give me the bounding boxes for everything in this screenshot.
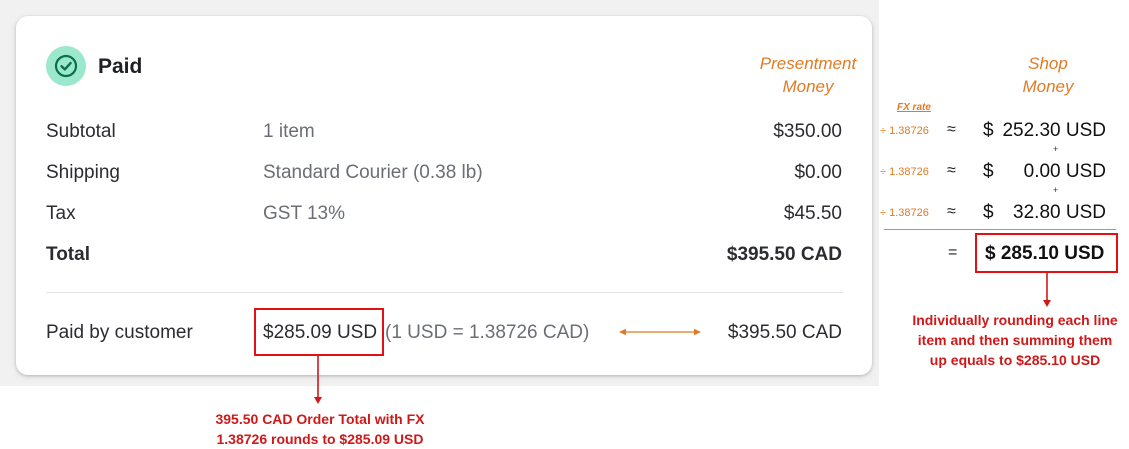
dollar-sign: $: [983, 120, 994, 141]
subtotal-description: 1 item: [263, 121, 315, 142]
paid-cad-amount: $395.50 CAD: [727, 322, 842, 343]
check-circle-icon: [54, 54, 78, 78]
sum-line: [884, 229, 1116, 230]
annotation-right-line3: up equals to $285.10 USD: [929, 352, 1101, 368]
tax-usd-value: 32.80 USD: [1013, 202, 1106, 223]
presentment-money-heading: Presentment Money: [753, 52, 863, 98]
fx-rate-value: ÷ 1.38726: [880, 125, 929, 137]
total-label: Total: [46, 244, 90, 265]
down-arrow-icon: [1043, 273, 1051, 307]
shop-money-heading: Shop Money: [1004, 52, 1092, 98]
total-amount: $395.50 CAD: [726, 244, 842, 265]
subtotal-usd-value: 252.30 USD: [1002, 120, 1106, 141]
fx-rate-value: ÷ 1.38726: [880, 207, 929, 219]
fx-rate-note: (1 USD = 1.38726 CAD): [385, 322, 590, 343]
subtotal-amount: $350.00: [773, 121, 842, 142]
divider: [46, 292, 843, 293]
paid-status-badge: [46, 46, 86, 86]
presentment-heading-line1: Presentment: [759, 54, 857, 73]
annotation-left-line2: 1.38726 rounds to $285.09 USD: [216, 431, 424, 447]
usd-amount-highlight-box: [254, 308, 384, 356]
tax-amount: $45.50: [783, 203, 842, 224]
approx-sign: ≈: [947, 162, 956, 179]
shipping-label: Shipping: [46, 162, 120, 183]
dollar-sign: $: [983, 202, 994, 223]
plus-sign: +: [1053, 144, 1059, 154]
shipping-amount: $0.00: [794, 162, 842, 183]
approx-sign: ≈: [947, 203, 956, 220]
down-arrow-icon: [314, 356, 322, 404]
annotation-right-line2: item and then summing them: [917, 332, 1113, 348]
shop-heading-line1: Shop: [1028, 54, 1068, 73]
shipping-description: Standard Courier (0.38 lb): [263, 162, 483, 183]
rounding-annotation: Individually rounding each line item and…: [900, 310, 1129, 370]
tax-description: GST 13%: [263, 203, 346, 224]
shipping-usd-value: 0.00 USD: [1023, 161, 1106, 182]
order-total-fx-annotation: 395.50 CAD Order Total with FX 1.38726 r…: [170, 409, 470, 449]
equals-sign: =: [948, 244, 958, 261]
tax-label: Tax: [46, 203, 76, 224]
presentment-heading-line2: Money: [782, 77, 834, 96]
fx-rate-heading: FX rate: [897, 102, 931, 113]
double-arrow-icon: [619, 328, 701, 336]
shop-heading-line2: Money: [1022, 77, 1074, 96]
subtotal-label: Subtotal: [46, 121, 116, 142]
status-label: Paid: [98, 55, 143, 78]
annotation-left-line1: 395.50 CAD Order Total with FX: [215, 411, 425, 427]
paid-by-customer-label: Paid by customer: [46, 322, 193, 343]
dollar-sign: $: [983, 161, 994, 182]
plus-sign: +: [1053, 185, 1059, 195]
annotation-right-line1: Individually rounding each line: [912, 312, 1118, 328]
approx-sign: ≈: [947, 121, 956, 138]
fx-rate-value: ÷ 1.38726: [880, 166, 929, 178]
sum-highlight-box: [975, 233, 1118, 273]
